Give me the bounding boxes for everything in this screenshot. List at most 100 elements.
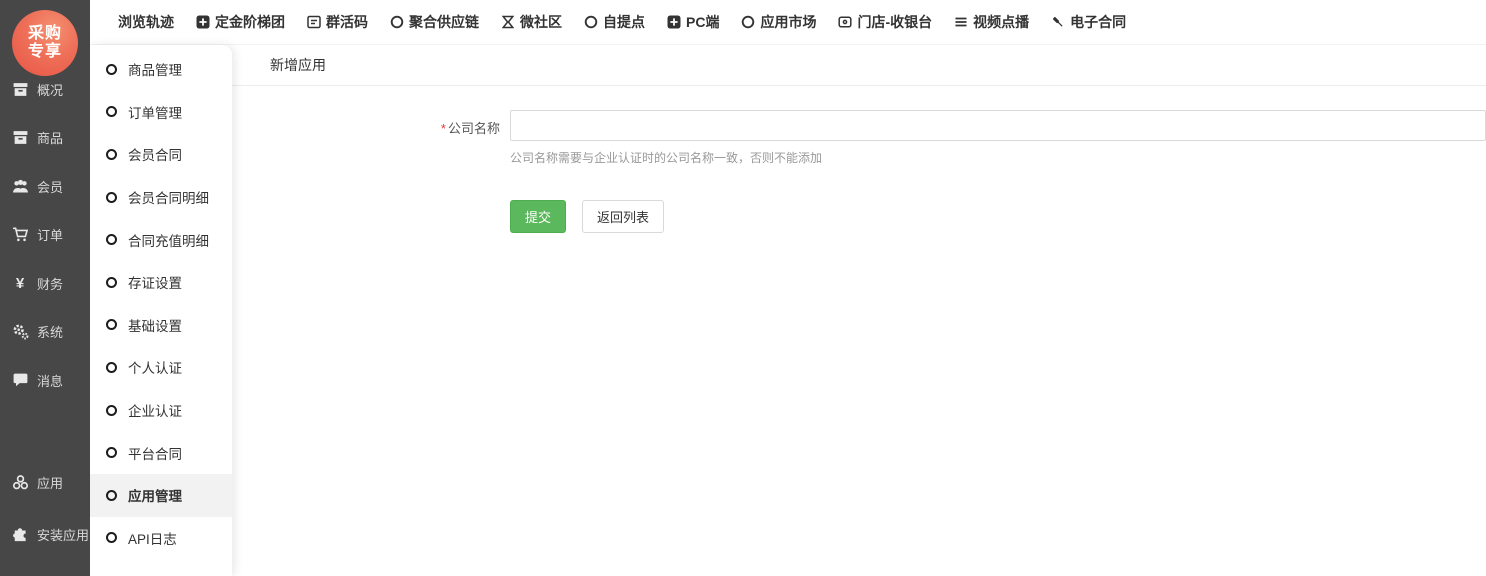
sidebar-spacer <box>0 405 90 457</box>
sidebar-item-label: 系统 <box>37 322 63 341</box>
menu-item-personal-auth[interactable]: 个人认证 <box>90 346 232 389</box>
sidebar-item-install-apps[interactable]: 安装应用 <box>0 509 90 561</box>
secondary-sidebar: 商品管理 订单管理 会员合同 会员合同明细 合同充值明细 <box>90 45 232 576</box>
menu-item-label: 基础设置 <box>128 315 182 335</box>
plus-square-icon <box>666 15 681 30</box>
ring-icon <box>106 362 117 373</box>
main-panel: 新增应用 *公司名称 公司名称需要与企业认证时的公司名称一致，否则不能添加 提交 <box>232 45 1486 576</box>
plus-square-icon <box>195 15 210 30</box>
nav-supply-chain[interactable]: 聚合供应链 <box>389 12 479 32</box>
menu-item-member-contract[interactable]: 会员合同 <box>90 133 232 176</box>
primary-sidebar: 采购 专享 概况 商品 会员 <box>0 0 90 576</box>
puzzle-icon <box>11 526 29 544</box>
nav-label: 电子合同 <box>1070 12 1126 32</box>
ring-icon <box>106 106 117 117</box>
sidebar-item-label: 订单 <box>37 225 63 244</box>
menu-item-order-management[interactable]: 订单管理 <box>90 91 232 134</box>
nav-label: 应用市场 <box>760 12 816 32</box>
nav-label: 浏览轨迹 <box>118 12 174 32</box>
circle-icon <box>583 15 598 30</box>
menu-item-enterprise-auth[interactable]: 企业认证 <box>90 389 232 432</box>
archive-box-icon <box>11 129 29 147</box>
sidebar-item-system[interactable]: 系统 <box>0 308 90 357</box>
menu-item-label: 应用管理 <box>128 485 182 505</box>
ring-icon <box>106 149 117 160</box>
ring-icon <box>106 277 117 288</box>
sidebar-item-orders[interactable]: 订单 <box>0 211 90 260</box>
menu-item-goods-management[interactable]: 商品管理 <box>90 48 232 91</box>
nav-deposit-ladder-group[interactable]: 定金阶梯团 <box>195 12 285 32</box>
nav-app-market[interactable]: 应用市场 <box>740 12 816 32</box>
app-root: 采购 专享 概况 商品 会员 <box>0 0 1486 576</box>
frame-lines-icon <box>306 15 321 30</box>
menu-item-platform-contract[interactable]: 平台合同 <box>90 431 232 474</box>
menu-lines-icon <box>953 15 968 30</box>
nav-micro-community[interactable]: 微社区 <box>500 12 562 32</box>
sidebar-item-label: 会员 <box>37 177 63 196</box>
menu-item-label: 存证设置 <box>128 272 182 292</box>
monitor-icon <box>837 15 852 30</box>
nav-label: 门店-收银台 <box>857 12 932 32</box>
ring-icon <box>106 532 117 543</box>
sidebar-item-goods[interactable]: 商品 <box>0 114 90 163</box>
nav-group-qr[interactable]: 群活码 <box>306 12 368 32</box>
circle-icon <box>389 15 404 30</box>
company-name-field: 公司名称需要与企业认证时的公司名称一致，否则不能添加 <box>510 110 1486 166</box>
nav-label: 视频点播 <box>973 12 1029 32</box>
menu-item-member-contract-detail[interactable]: 会员合同明细 <box>90 176 232 219</box>
menu-item-label: 会员合同明细 <box>128 187 209 207</box>
message-bubble-icon <box>11 371 29 389</box>
top-nav: 浏览轨迹 定金阶梯团 群活码 聚合供应链 <box>90 0 1486 45</box>
ring-icon <box>106 490 117 501</box>
gavel-icon <box>1050 15 1065 30</box>
sidebar-item-stats-cutoff[interactable] <box>0 561 90 576</box>
yen-icon: ¥ <box>11 274 29 292</box>
archive-box-icon <box>11 80 29 98</box>
sidebar-item-members[interactable]: 会员 <box>0 162 90 211</box>
menu-item-label: 商品管理 <box>128 59 182 79</box>
menu-item-evidence-settings[interactable]: 存证设置 <box>90 261 232 304</box>
nav-label: 微社区 <box>520 12 562 32</box>
nav-store-cashier[interactable]: 门店-收银台 <box>837 12 932 32</box>
company-name-input[interactable] <box>510 110 1486 141</box>
content-area: 商品管理 订单管理 会员合同 会员合同明细 合同充值明细 <box>90 45 1486 576</box>
menu-item-app-management[interactable]: 应用管理 <box>90 474 232 517</box>
sidebar-item-label: 商品 <box>37 128 63 147</box>
nav-video-on-demand[interactable]: 视频点播 <box>953 12 1029 32</box>
logo-line2: 专享 <box>28 43 62 61</box>
ring-icon <box>106 447 117 458</box>
nav-browse-track[interactable]: 浏览轨迹 <box>118 12 174 32</box>
menu-item-basic-settings[interactable]: 基础设置 <box>90 304 232 347</box>
sidebar-item-overview[interactable]: 概况 <box>0 65 90 114</box>
company-name-label: *公司名称 <box>232 110 500 166</box>
page-header: 新增应用 <box>232 45 1486 86</box>
sidebar-item-label: 应用 <box>37 473 63 492</box>
right-column: 浏览轨迹 定金阶梯团 群活码 聚合供应链 <box>90 0 1486 576</box>
menu-item-api-log[interactable]: API日志 <box>90 517 232 560</box>
nav-pickup-point[interactable]: 自提点 <box>583 12 645 32</box>
sidebar-item-messages[interactable]: 消息 <box>0 356 90 405</box>
logo-line1: 采购 <box>28 25 62 43</box>
sidebar-item-finance[interactable]: ¥ 财务 <box>0 259 90 308</box>
nav-label: 聚合供应链 <box>409 12 479 32</box>
menu-item-label: 合同充值明细 <box>128 230 209 250</box>
nav-label: 自提点 <box>603 12 645 32</box>
form-actions: 提交 返回列表 <box>232 200 1486 233</box>
sidebar-item-apps[interactable]: 应用 <box>0 457 90 509</box>
new-app-form: *公司名称 公司名称需要与企业认证时的公司名称一致，否则不能添加 提交 返回列表 <box>232 86 1486 233</box>
menu-item-label: 平台合同 <box>128 443 182 463</box>
menu-item-contract-recharge-detail[interactable]: 合同充值明细 <box>90 218 232 261</box>
ring-icon <box>106 192 117 203</box>
ring-icon <box>106 405 117 416</box>
company-name-row: *公司名称 公司名称需要与企业认证时的公司名称一致，否则不能添加 <box>232 110 1486 166</box>
sidebar-item-label: 消息 <box>37 371 63 390</box>
menu-item-label: 个人认证 <box>128 357 182 377</box>
ring-icon <box>106 234 117 245</box>
sidebar-item-label: 安装应用 <box>37 525 89 544</box>
menu-item-label: API日志 <box>128 528 177 548</box>
back-to-list-button[interactable]: 返回列表 <box>582 200 664 233</box>
nav-pc-client[interactable]: PC端 <box>666 12 719 32</box>
nav-e-contract[interactable]: 电子合同 <box>1050 12 1126 32</box>
circle-icon <box>740 15 755 30</box>
submit-button[interactable]: 提交 <box>510 200 566 233</box>
